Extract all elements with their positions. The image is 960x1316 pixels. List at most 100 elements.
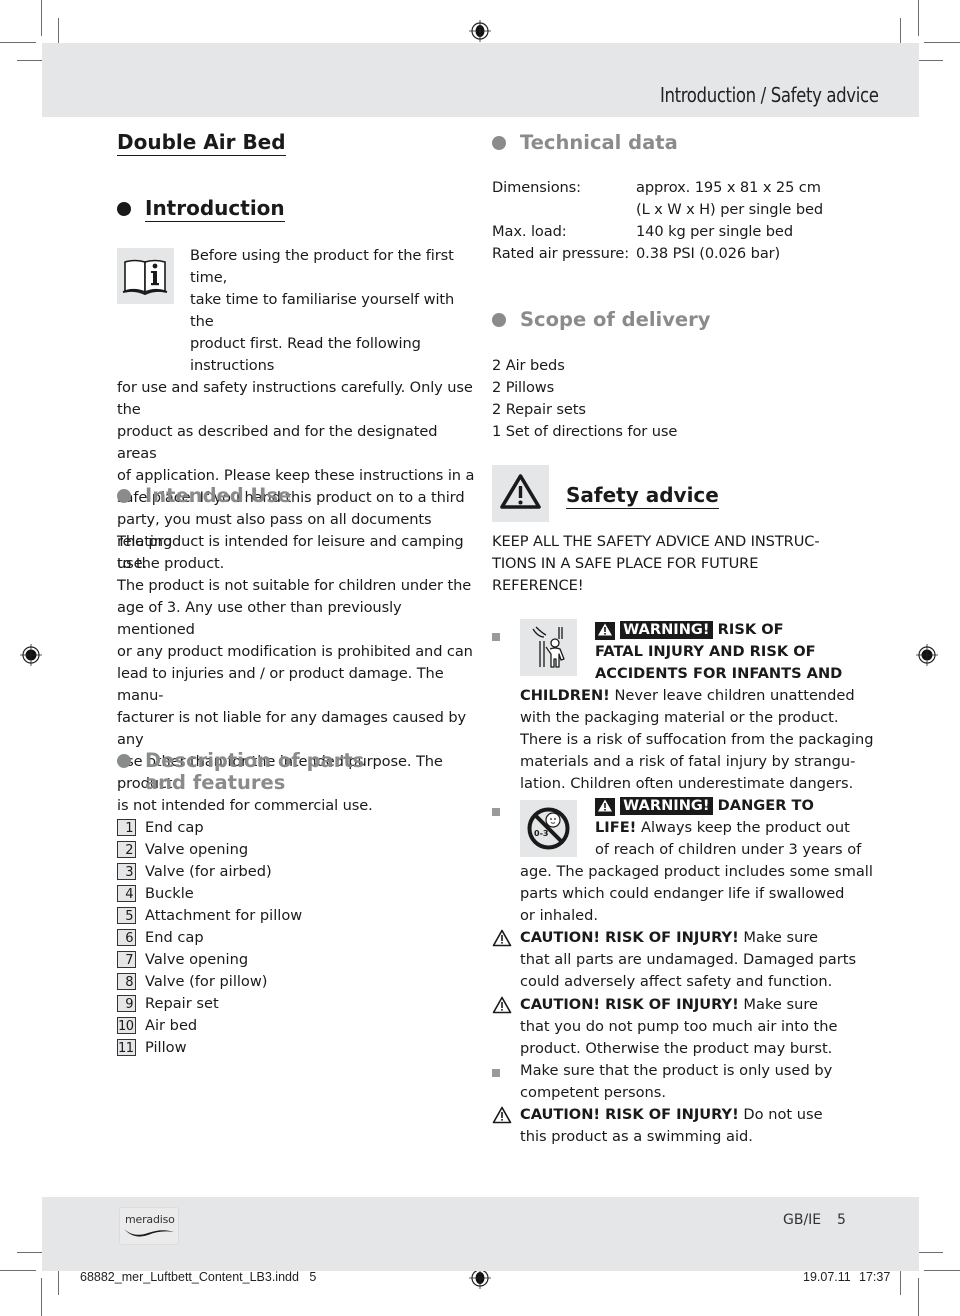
slug-time: 17:37 <box>859 1270 891 1284</box>
bullet-dot-icon <box>117 202 131 216</box>
text-line: age of 3. Any use other than previously … <box>117 599 402 638</box>
tech-row: Rated air pressure: 0.38 PSI (0.026 bar) <box>492 243 872 265</box>
text-line: or any product modification is prohibite… <box>117 643 473 660</box>
part-label: Valve (for airbed) <box>145 863 272 880</box>
text-line: The product is intended for leisure and … <box>117 533 464 572</box>
text-fragment: Make sure <box>738 996 818 1013</box>
part-number: 11 <box>117 1039 136 1056</box>
text-line: The product is not suitable for children… <box>117 577 472 594</box>
warning-tag: WARNING! <box>620 621 713 639</box>
scope-item: 2 Pillows <box>492 379 555 396</box>
bullet-dot-icon <box>117 489 131 503</box>
text-line: product. Otherwise the product may burst… <box>520 1040 833 1057</box>
scope-heading: Scope of delivery <box>520 308 711 331</box>
tech-label: Max. load: <box>492 223 567 240</box>
text-fragment: Make sure <box>738 929 818 946</box>
tech-label: Dimensions: <box>492 179 581 196</box>
text-line: take time to familiarise yourself with t… <box>190 291 455 330</box>
part-number: 2 <box>117 841 136 858</box>
text-line: TIONS IN A SAFE PLACE FOR FUTURE <box>492 555 759 572</box>
scope-item: 2 Air beds <box>492 357 565 374</box>
part-label: Buckle <box>145 885 194 902</box>
scope-item: 2 Repair sets <box>492 401 586 418</box>
crop-mark <box>41 0 42 36</box>
tech-value: (L x W x H) per single bed <box>636 201 824 218</box>
caution-2: CAUTION! RISK OF INJURY! Make sure that … <box>492 994 872 1060</box>
part-label: Valve (for pillow) <box>145 973 268 990</box>
caution-1: CAUTION! RISK OF INJURY! Make sure that … <box>492 927 872 993</box>
warning-text: DANGER TO <box>717 797 814 814</box>
brand-swoosh-icon <box>124 1229 174 1237</box>
text-fragment: Never leave children unattended <box>609 687 855 704</box>
bullet-dot-icon <box>117 754 131 768</box>
text-line: that all parts are undamaged. Damaged pa… <box>520 951 857 968</box>
page-locale: GB/IE <box>783 1212 822 1228</box>
bullet-dot-icon <box>492 136 506 150</box>
warning-triangle-icon <box>595 622 615 640</box>
tech-row: Dimensions: approx. 195 x 81 x 25 cm <box>492 177 872 199</box>
text-line: lead to injuries and / or product damage… <box>117 665 444 704</box>
text-line: that you do not pump too much air into t… <box>520 1018 838 1035</box>
text-line: parts which could endanger life if swall… <box>520 885 845 902</box>
warning-text: FATAL INJURY AND RISK OF <box>595 643 816 660</box>
text-line: materials and a risk of fatal injury by … <box>520 753 856 770</box>
warning-text: CHILDREN! <box>520 687 610 704</box>
text-line: Before using the product for the first t… <box>190 247 454 286</box>
part-label: Attachment for pillow <box>145 907 303 924</box>
bullet-square-icon <box>492 808 500 816</box>
warning-triangle-icon <box>492 465 549 522</box>
parts-heading-line: Description of parts <box>145 749 365 772</box>
brand-logo: meradiso <box>119 1207 179 1245</box>
caution-triangle-icon <box>492 996 512 1014</box>
intro-paragraph: Before using the product for the first t… <box>117 245 477 575</box>
crop-mark <box>924 42 960 43</box>
crop-mark <box>0 42 36 43</box>
tech-value: approx. 195 x 81 x 25 cm <box>636 179 821 196</box>
part-label: Valve opening <box>145 841 249 858</box>
text-line: could adversely affect safety and functi… <box>520 973 833 990</box>
intro-heading-wrap: Introduction <box>145 196 285 222</box>
caution-label: CAUTION! RISK OF INJURY! <box>520 1106 739 1123</box>
part-number: 3 <box>117 863 136 880</box>
text-fragment: Always keep the product out <box>636 819 850 836</box>
introduction-heading: Introduction <box>145 196 285 222</box>
slug-date: 19.07.11 <box>803 1270 851 1284</box>
text-line: lation. Children often underestimate dan… <box>520 775 854 792</box>
warning-2: WARNING! DANGER TO LIFE! Always keep the… <box>520 795 880 927</box>
tech-value: 0.38 PSI (0.026 bar) <box>636 245 781 262</box>
part-number: 5 <box>117 907 136 924</box>
text-line: facturer is not liable for any damages c… <box>117 709 467 748</box>
part-number: 10 <box>117 1017 136 1034</box>
part-label: Air bed <box>145 1017 198 1034</box>
text-line: LIFE! Always keep the product out <box>520 817 880 839</box>
slug-filename: 68882_mer_Luftbett_Content_LB3.indd 5 <box>80 1270 317 1284</box>
part-number: 9 <box>117 995 136 1012</box>
warning-1-head: WARNING! RISK OF <box>520 619 880 641</box>
part-number: 7 <box>117 951 136 968</box>
crop-mark <box>0 1270 36 1271</box>
part-number: 8 <box>117 973 136 990</box>
text-line: or inhaled. <box>520 907 598 924</box>
header-band: Introduction / Safety advice <box>42 43 919 117</box>
registration-mark-icon <box>469 20 491 42</box>
note: Make sure that the product is only used … <box>492 1060 872 1104</box>
warning-triangle-icon <box>595 798 615 816</box>
warning-text: ACCIDENTS FOR INFANTS AND <box>595 665 843 682</box>
warning-text: RISK OF <box>717 621 784 638</box>
part-label: Valve opening <box>145 951 249 968</box>
page-number: 5 <box>837 1212 846 1228</box>
footer-band: meradiso GB/IE 5 <box>42 1197 919 1271</box>
part-label: Pillow <box>145 1039 187 1056</box>
scope-list: 2 Air beds 2 Pillows 2 Repair sets 1 Set… <box>492 355 677 443</box>
text-fragment: Do not use <box>738 1106 823 1123</box>
bullet-dot-icon <box>492 313 506 327</box>
parts-heading-line: and features <box>145 771 286 794</box>
crop-mark <box>41 1278 42 1316</box>
text-line: of reach of children under 3 years of <box>595 841 862 858</box>
page-title-wrap: Double Air Bed <box>117 130 286 156</box>
text-line: is not intended for commercial use. <box>117 797 373 814</box>
brand-name: meradiso <box>125 1213 175 1226</box>
part-label: End cap <box>145 929 204 946</box>
intended-use-heading: Intended Use <box>145 484 292 507</box>
bullet-square-icon <box>492 633 500 641</box>
